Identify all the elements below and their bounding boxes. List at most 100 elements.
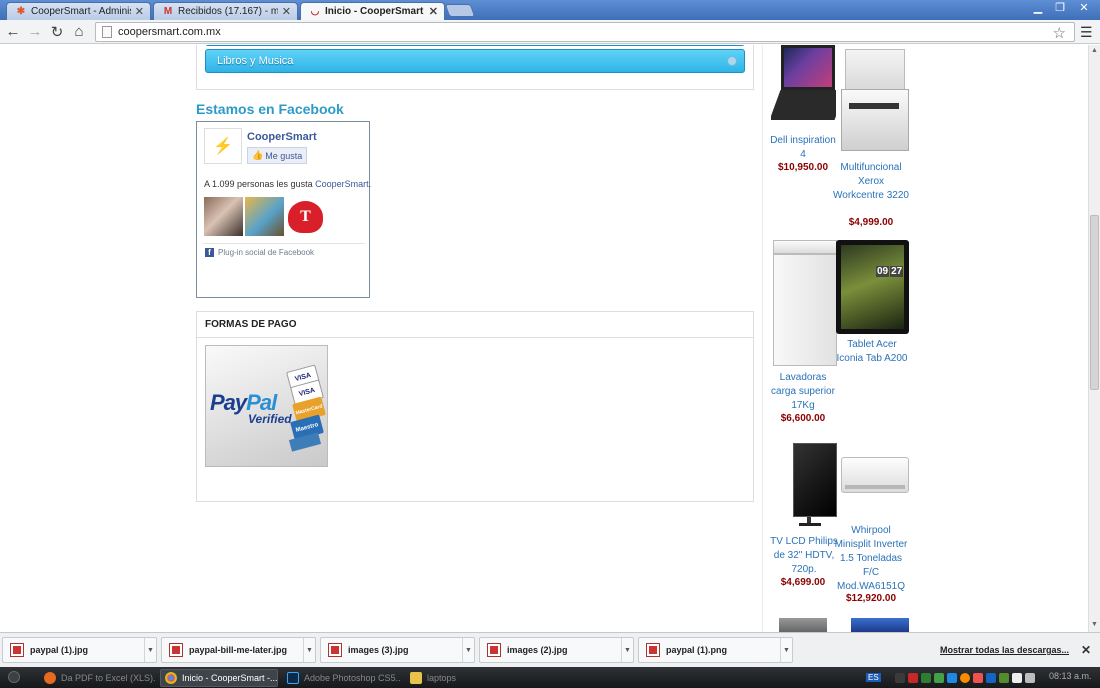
tray-icon[interactable] <box>894 672 905 683</box>
image-file-icon <box>169 643 183 657</box>
restore-icon[interactable]: ❐ <box>1048 0 1072 15</box>
close-window-icon[interactable]: ✕ <box>1072 0 1096 15</box>
tab-gmail[interactable]: M Recibidos (17.167) - mike ✕ <box>153 2 298 20</box>
facebook-plugin-note: f Plug-in social de Facebook <box>205 248 314 257</box>
tab-coopersmart-admin[interactable]: ✱ CooperSmart - Administrac ✕ <box>6 2 151 20</box>
fan-avatar[interactable] <box>245 197 284 236</box>
menu-icon[interactable]: ☰ <box>1080 24 1093 41</box>
download-item[interactable]: paypal-bill-me-later.jpg ▼ <box>161 637 316 663</box>
product-name-link[interactable]: Multifuncional Xerox Workcentre 3220 <box>833 161 909 203</box>
star-icon[interactable]: ☆ <box>1053 24 1066 42</box>
washer-product-image[interactable] <box>773 240 837 368</box>
tray-icon[interactable] <box>959 672 970 683</box>
download-menu-arrow-icon[interactable]: ▼ <box>780 638 792 662</box>
home-icon[interactable]: ⌂ <box>68 21 90 43</box>
photoshop-icon <box>287 672 299 684</box>
product-name-link[interactable]: Dell inspiration 4 <box>767 134 839 162</box>
language-indicator[interactable]: ES <box>866 673 881 682</box>
product-name-link[interactable]: Tablet Acer Iconia Tab A200 <box>835 338 909 366</box>
taskbar-item-laptops-folder[interactable]: laptops <box>406 669 486 687</box>
product-price: $4,999.00 <box>848 217 894 228</box>
tab-title: CooperSmart - Administrac <box>31 6 131 17</box>
facebook-like-box: ⚡ CooperSmart 👍 Me gusta A 1.099 persona… <box>196 121 371 298</box>
show-all-downloads-link[interactable]: Mostrar todas las descargas... <box>940 645 1069 655</box>
system-clock[interactable]: 08:13 a.m. <box>1049 671 1092 681</box>
minisplit-product-image[interactable] <box>841 457 909 497</box>
network-icon[interactable] <box>1011 672 1022 683</box>
taskbar-item-firefox[interactable]: Da PDF to Excel (XLS)... <box>40 669 155 687</box>
coopersmart-logo[interactable]: ⚡ <box>204 128 242 164</box>
taskbar-item-photoshop[interactable]: Adobe Photoshop CS5... <box>283 669 401 687</box>
page-viewport: Libros y Musica Estamos en Facebook ⚡ Co… <box>0 45 1088 632</box>
plugin-label: Plug-in social de Facebook <box>218 248 315 257</box>
paypal-verified-image: PayPal Verified VISA VISA MasterCard Mae… <box>205 345 328 467</box>
like-count-link[interactable]: CooperSmart <box>315 179 369 189</box>
tray-icon[interactable] <box>920 672 931 683</box>
scroll-up-icon[interactable]: ▲ <box>1091 47 1098 54</box>
forward-arrow-icon[interactable]: → <box>24 21 46 43</box>
downloads-bar: paypal (1).jpg ▼ paypal-bill-me-later.jpg… <box>0 632 1100 667</box>
product-name-link[interactable]: TV LCD Philips de 32" HDTV, 720p. <box>769 535 839 577</box>
like-button[interactable]: 👍 Me gusta <box>247 147 308 164</box>
tray-icon[interactable] <box>933 672 944 683</box>
scroll-thumb[interactable] <box>1090 215 1099 390</box>
product-name-link[interactable]: Lavadoras carga superior 17Kg <box>767 371 839 413</box>
download-menu-arrow-icon[interactable]: ▼ <box>144 638 156 662</box>
minimize-icon[interactable]: ▁ <box>1026 0 1050 15</box>
tv-product-image[interactable] <box>785 443 837 528</box>
laptop-product-image[interactable] <box>771 45 836 130</box>
chrome-icon <box>165 672 177 684</box>
tab-inicio-coopersmart[interactable]: ◡ Inicio - CooperSmart ✕ <box>300 2 445 20</box>
tablet-clock-minutes: 27 <box>890 266 904 277</box>
product-price: $12,920.00 <box>845 593 897 604</box>
divider <box>203 243 365 244</box>
tray-icon[interactable] <box>985 672 996 683</box>
like-count-text: A 1.099 personas les gusta CooperSmart. <box>204 179 371 189</box>
address-bar[interactable]: coopersmart.com.mx ☆ <box>95 22 1075 42</box>
download-item[interactable]: images (3).jpg ▼ <box>320 637 475 663</box>
close-tab-icon[interactable]: ✕ <box>282 5 291 18</box>
tablet-clock-hours: 09 <box>876 266 890 277</box>
printer-product-image[interactable] <box>837 45 909 157</box>
download-item[interactable]: images (2).jpg ▼ <box>479 637 634 663</box>
image-file-icon <box>646 643 660 657</box>
category-bar-partial[interactable] <box>205 45 745 46</box>
reload-icon[interactable]: ↻ <box>46 21 68 43</box>
page-scrollbar[interactable]: ▲ ▼ <box>1088 45 1100 632</box>
product-image-partial[interactable] <box>779 618 827 632</box>
product-image-partial[interactable] <box>851 618 909 632</box>
tray-icon[interactable] <box>972 672 983 683</box>
download-filename: images (3).jpg <box>348 645 409 655</box>
tablet-product-image[interactable]: 09 27 <box>836 240 909 334</box>
download-item[interactable]: paypal (1).png ▼ <box>638 637 793 663</box>
product-name-link[interactable]: Whirpool Minisplit Inverter 1.5 Tonelada… <box>833 524 909 594</box>
start-button-icon[interactable] <box>8 671 20 683</box>
close-downloads-bar-icon[interactable]: ✕ <box>1081 643 1091 657</box>
scroll-down-icon[interactable]: ▼ <box>1091 621 1098 628</box>
taskbar-label: Adobe Photoshop CS5... <box>304 673 401 683</box>
fan-avatar[interactable] <box>204 197 243 236</box>
taskbar-item-chrome[interactable]: Inicio - CooperSmart -... <box>160 669 278 687</box>
download-menu-arrow-icon[interactable]: ▼ <box>303 638 315 662</box>
fan-avatar[interactable]: T <box>286 197 325 236</box>
tray-icon[interactable] <box>998 672 1009 683</box>
tray-icon[interactable] <box>946 672 957 683</box>
download-item[interactable]: paypal (1).jpg ▼ <box>2 637 157 663</box>
close-tab-icon[interactable]: ✕ <box>135 5 144 18</box>
coopersmart-icon: ◡ <box>310 6 320 17</box>
adobe-tray-icon[interactable] <box>907 672 918 683</box>
system-tray: ES <box>866 670 1038 685</box>
download-menu-arrow-icon[interactable]: ▼ <box>462 638 474 662</box>
close-tab-icon[interactable]: ✕ <box>429 5 438 18</box>
image-file-icon <box>487 643 501 657</box>
category-label: Libros y Musica <box>217 55 294 67</box>
facebook-page-name[interactable]: CooperSmart <box>247 131 317 143</box>
new-tab-button[interactable] <box>444 4 476 17</box>
category-libros-y-musica[interactable]: Libros y Musica <box>205 49 745 73</box>
back-arrow-icon[interactable]: ← <box>2 21 24 43</box>
tab-title: Recibidos (17.167) - mike <box>178 6 278 17</box>
download-menu-arrow-icon[interactable]: ▼ <box>621 638 633 662</box>
volume-icon[interactable] <box>1024 672 1035 683</box>
payment-methods-box: FORMAS DE PAGO PayPal Verified VISA VISA… <box>196 311 754 502</box>
tab-title: Inicio - CooperSmart <box>325 6 424 17</box>
